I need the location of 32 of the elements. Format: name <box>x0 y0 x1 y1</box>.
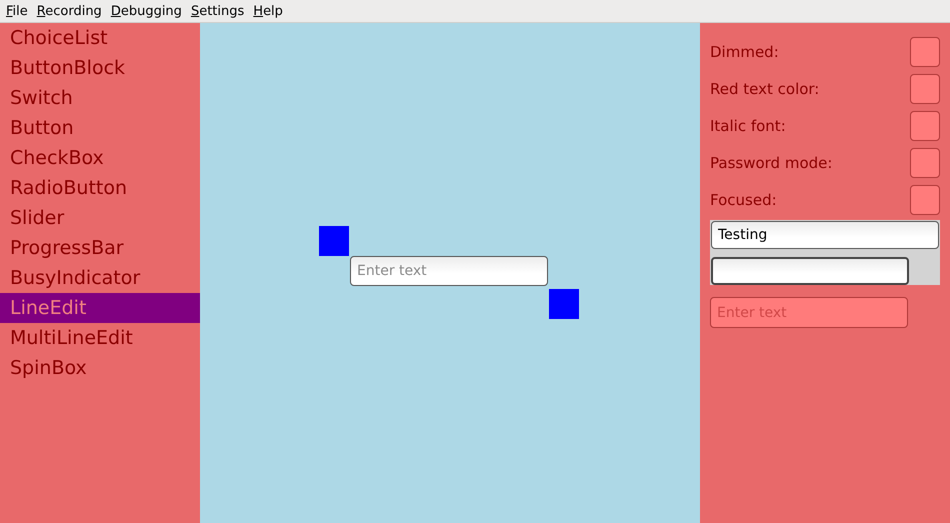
sidebar-item[interactable]: MultiLineEdit <box>0 323 200 353</box>
sidebar-item[interactable]: LineEdit <box>0 293 200 323</box>
sidebar-item[interactable]: BusyIndicator <box>0 263 200 293</box>
sidebar-item[interactable]: CheckBox <box>0 143 200 173</box>
checkbox[interactable] <box>910 74 940 104</box>
sidebar-item[interactable]: ChoiceList <box>0 23 200 53</box>
checkbox[interactable] <box>910 148 940 178</box>
option-label: Dimmed: <box>710 42 779 60</box>
input-field[interactable]: Testing <box>711 221 939 249</box>
sidebar-item[interactable]: Slider <box>0 203 200 233</box>
menu-item[interactable]: Help <box>253 2 288 20</box>
option-label: Italic font: <box>710 116 786 134</box>
sidebar-item[interactable]: ButtonBlock <box>0 53 200 83</box>
menu-item[interactable]: Recording <box>36 2 107 20</box>
sidebar-item[interactable]: SpinBox <box>0 353 200 383</box>
sidebar-item[interactable]: RadioButton <box>0 173 200 203</box>
input-field[interactable]: Enter text <box>350 256 548 286</box>
option-label: Red text color: <box>710 80 820 98</box>
sidebar-item[interactable]: ProgressBar <box>0 233 200 263</box>
checkbox[interactable] <box>910 184 940 214</box>
sidebar-item[interactable]: Switch <box>0 83 200 113</box>
checkbox[interactable] <box>910 36 940 66</box>
option-label: Password mode: <box>710 154 832 172</box>
menu-item[interactable]: File <box>6 2 33 20</box>
menu-item[interactable]: Settings <box>190 2 250 20</box>
option-label: Focused: <box>710 190 777 208</box>
square-marker <box>549 289 579 319</box>
checkbox[interactable] <box>910 110 940 140</box>
menu-item[interactable]: Debugging <box>110 2 187 20</box>
input-field[interactable] <box>711 256 909 285</box>
sidebar-item[interactable]: Button <box>0 113 200 143</box>
square-marker <box>319 226 349 256</box>
